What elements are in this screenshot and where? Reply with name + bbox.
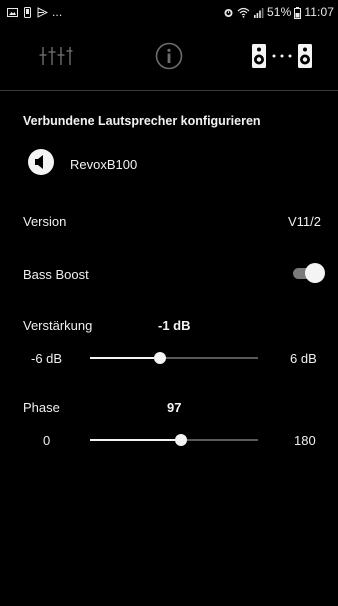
battery-percent: 51% — [267, 5, 292, 19]
phase-label: Phase — [23, 400, 60, 415]
gain-slider-thumb[interactable] — [154, 352, 167, 364]
alarm-icon — [223, 7, 234, 18]
gain-min-label: -6 dB — [31, 351, 63, 366]
tab-equalizer[interactable] — [16, 32, 96, 84]
signal-icon — [253, 7, 264, 18]
clock: 11:07 — [304, 5, 334, 19]
bass-boost-label: Bass Boost — [23, 267, 89, 282]
version-label: Version — [23, 214, 67, 229]
bass-boost-toggle[interactable] — [291, 263, 325, 283]
speaker-icon — [27, 148, 55, 181]
toggle-thumb — [305, 263, 325, 283]
status-ellipsis: ... — [52, 5, 63, 19]
cast-icon — [37, 6, 49, 18]
gain-slider-fill — [90, 357, 161, 359]
speaker-name: RevoxB100 — [70, 156, 138, 172]
toolbar-divider — [0, 90, 338, 91]
top-toolbar — [0, 28, 338, 88]
wifi-icon — [237, 7, 250, 18]
gain-slider[interactable] — [90, 352, 258, 364]
phase-min-label: 0 — [43, 433, 51, 448]
phone-icon — [22, 6, 33, 18]
phase-value: 97 — [167, 400, 182, 415]
battery-icon — [294, 6, 302, 19]
status-bar: ... 51% 11:07 — [0, 0, 338, 24]
speaker-row[interactable]: RevoxB100 — [27, 148, 138, 181]
phase-slider-thumb[interactable] — [174, 434, 187, 446]
phase-slider-fill — [90, 439, 181, 441]
gain-value: -1 dB — [158, 318, 191, 333]
equalizer-icon — [39, 46, 73, 71]
gain-max-label: 6 dB — [290, 351, 317, 366]
status-left: ... — [7, 5, 62, 19]
gain-label: Verstärkung — [23, 318, 93, 333]
tab-speakers[interactable] — [242, 32, 322, 84]
version-value: V11/2 — [287, 214, 321, 229]
info-icon — [155, 42, 183, 75]
speaker-pair-icon — [251, 42, 313, 75]
phase-slider[interactable] — [90, 434, 258, 446]
image-icon — [7, 7, 18, 18]
tab-info[interactable] — [129, 32, 209, 84]
section-title: Verbundene Lautsprecher konfigurieren — [23, 114, 261, 128]
phase-max-label: 180 — [294, 433, 316, 448]
status-right: 51% 11:07 — [223, 5, 334, 19]
